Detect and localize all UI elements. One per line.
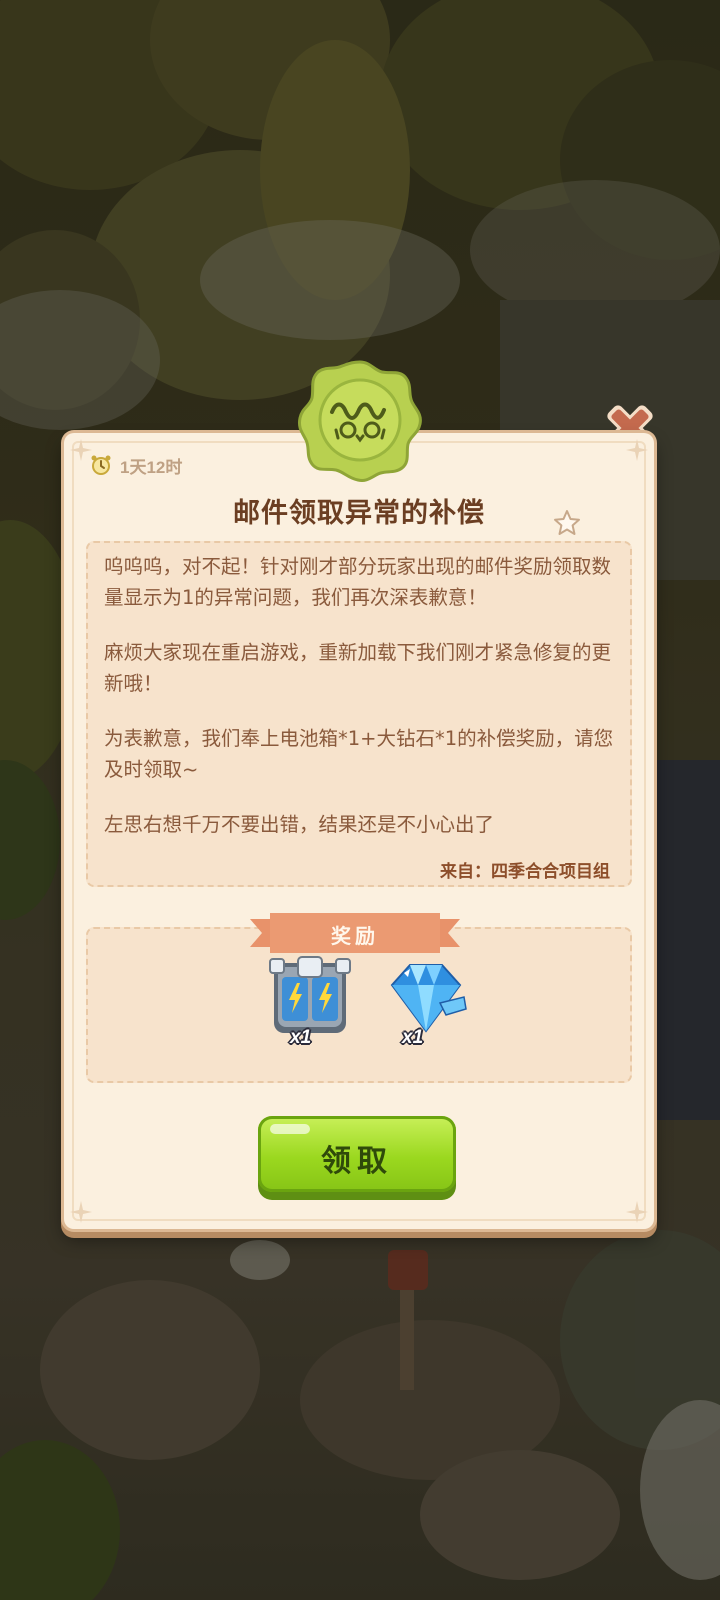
corner-sparkle-icon (624, 1199, 650, 1225)
mail-dialog: 1天12时 邮件领取异常的补偿 呜呜呜，对不起！针对刚才部分玩家出现的邮件奖励领… (64, 433, 654, 1229)
mail-paragraph: 呜呜呜，对不起！针对刚才部分玩家出现的邮件奖励领取数量显示为1的异常问题，我们再… (104, 555, 612, 609)
reward-header-label: 奖励 (331, 924, 379, 948)
claim-button-label: 领取 (321, 1144, 393, 1179)
reward-quantity: x1 (290, 1027, 312, 1048)
mail-sender: 来自：四季合合项目组 (440, 862, 610, 882)
alarm-clock-icon (91, 455, 111, 475)
favorite-star-icon[interactable] (552, 508, 582, 538)
wax-seal-icon (298, 360, 422, 482)
expiry-time-text: 1天12时 (120, 457, 183, 477)
corner-sparkle-icon (68, 1199, 94, 1225)
mail-paragraph: 左思右想千万不要出错，结果还是不小心出了 (104, 813, 495, 836)
reward-item-diamond[interactable]: x1 (380, 951, 472, 1051)
mail-wax-seal (296, 356, 424, 484)
reward-item-battery-box[interactable]: x1 (264, 951, 356, 1051)
reward-quantity: x1 (402, 1027, 424, 1048)
mail-paragraph: 为表歉意，我们奉上电池箱*1+大钻石*1的补偿奖励，请您及时领取~ (104, 727, 614, 781)
reward-header-banner: 奖励 (250, 913, 460, 953)
mail-paragraph: 麻烦大家现在重启游戏，重新加载下我们刚才紧急修复的更新哦！ (104, 641, 612, 695)
claim-button[interactable]: 领取 (258, 1116, 456, 1200)
diamond-icon (390, 964, 467, 1033)
mail-body-scroll[interactable]: 呜呜呜，对不起！针对刚才部分玩家出现的邮件奖励领取数量显示为1的异常问题，我们再… (104, 551, 624, 851)
corner-sparkle-icon (624, 437, 650, 463)
expiry-timer: 1天12时 (90, 451, 182, 479)
